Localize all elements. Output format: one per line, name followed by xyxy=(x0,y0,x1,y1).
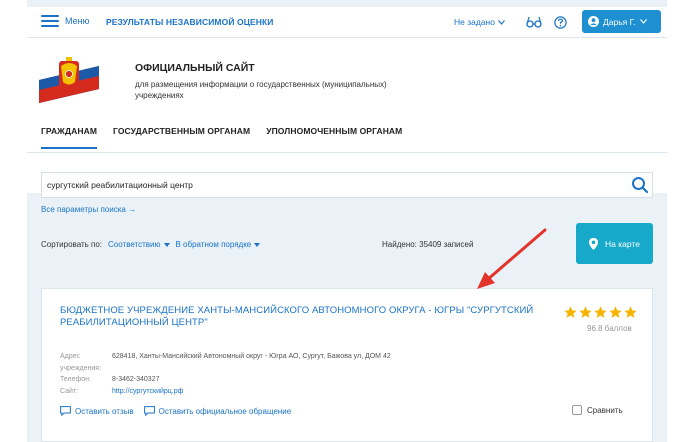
caret-down-icon xyxy=(163,242,170,247)
search-icon[interactable] xyxy=(631,176,649,194)
region-label: Не задано xyxy=(454,17,495,27)
card-actions: Оставить отзыв Оставить официальное обра… xyxy=(60,406,291,416)
checkbox-box[interactable] xyxy=(572,405,582,415)
sort-relevance-dropdown[interactable]: Соответствию xyxy=(108,240,170,249)
site-header: ОФИЦИАЛЬНЫЙ САЙТ для размещения информац… xyxy=(27,38,667,193)
result-details: Адрес учреждения: 628418, Ханты-Мансийск… xyxy=(60,351,391,397)
star-icon xyxy=(564,306,577,318)
compare-label: Сравнить xyxy=(587,405,623,415)
help-icon[interactable] xyxy=(554,16,567,29)
sort-row: Сортировать по: Соответствию В обратном … xyxy=(41,240,261,249)
result-card: БЮДЖЕТНОЕ УЧРЕЖДЕНИЕ ХАНТЫ-МАНСИЙСКОГО А… xyxy=(41,288,653,442)
coat-of-arms-logo[interactable] xyxy=(39,52,99,103)
tab-authorized-bodies[interactable]: УПОЛНОМОЧЕННЫМ ОРГАНАМ xyxy=(266,126,402,149)
top-bar: Меню РЕЗУЛЬТАТЫ НЕЗАВИСИМОЙ ОЦЕНКИ Не за… xyxy=(27,7,667,38)
detail-row-phone: Телефон: 8-3462-340327 xyxy=(60,374,391,386)
menu-button[interactable]: Меню xyxy=(41,15,89,27)
leave-review-label: Оставить отзыв xyxy=(75,406,134,416)
leave-review-link[interactable]: Оставить отзыв xyxy=(60,406,134,416)
nav-divider xyxy=(27,152,667,153)
compare-checkbox[interactable]: Сравнить xyxy=(572,405,623,415)
site-link[interactable]: http://сургутскийрц.рф xyxy=(112,386,183,398)
results-link[interactable]: РЕЗУЛЬТАТЫ НЕЗАВИСИМОЙ ОЦЕНКИ xyxy=(106,17,274,27)
comment-icon xyxy=(143,406,155,416)
results-count: Найдено: 35409 записей xyxy=(382,240,474,249)
site-title: ОФИЦИАЛЬНЫЙ САЙТ xyxy=(135,62,255,74)
star-icon xyxy=(624,306,637,318)
tab-citizens[interactable]: ГРАЖДАНАМ xyxy=(41,126,98,149)
sort-label: Сортировать по: xyxy=(41,240,103,249)
detail-row-site: Сайт: http://сургутскийрц.рф xyxy=(60,386,391,398)
star-icon xyxy=(594,306,607,318)
site-subtitle: для размещения информации о государствен… xyxy=(135,80,387,100)
map-button-label: На карте xyxy=(605,238,640,249)
sort-relevance-label: Соответствию xyxy=(108,240,161,249)
star-icon xyxy=(609,306,622,318)
address-value: 628418, Ханты-Мансийский Автономный окру… xyxy=(112,353,391,360)
main-nav: ГРАЖДАНАМ ГОСУДАРСТВЕННЫМ ОРГАНАМ УПОЛНО… xyxy=(41,126,402,149)
detail-row-address: Адрес учреждения: 628418, Ханты-Мансийск… xyxy=(60,351,391,374)
map-pin-icon xyxy=(589,237,599,250)
caret-down-icon xyxy=(254,242,261,247)
phone-label: Телефон: xyxy=(60,376,91,383)
all-search-params-link[interactable]: Все параметры поиска → xyxy=(41,205,136,214)
comment-icon xyxy=(60,406,71,416)
search-input[interactable] xyxy=(47,180,631,190)
user-menu-button[interactable]: Дарья Г. xyxy=(582,10,661,33)
chevron-down-icon xyxy=(639,19,647,24)
user-name: Дарья Г. xyxy=(603,16,636,27)
glasses-icon[interactable] xyxy=(526,16,542,28)
user-icon xyxy=(588,16,599,27)
tab-state-bodies[interactable]: ГОСУДАРСТВЕННЫМ ОРГАНАМ xyxy=(113,126,250,149)
official-appeal-link[interactable]: Оставить официальное обращение xyxy=(143,406,292,416)
sort-order-dropdown[interactable]: В обратном порядке xyxy=(176,240,261,249)
site-label: Сайт: xyxy=(60,387,79,395)
search-box xyxy=(41,172,653,198)
page: Меню РЕЗУЛЬТАТЫ НЕЗАВИСИМОЙ ОЦЕНКИ Не за… xyxy=(27,0,667,442)
rating-stars xyxy=(564,306,637,319)
star-icon xyxy=(579,306,592,318)
rating-score: 96.8 баллов xyxy=(587,324,632,333)
official-appeal-label: Оставить официальное обращение xyxy=(158,406,292,416)
phone-value: 8-3462-340327 xyxy=(112,376,160,383)
region-selector[interactable]: Не задано xyxy=(454,17,505,27)
menu-label: Меню xyxy=(65,16,90,26)
chevron-down-icon xyxy=(498,19,505,25)
hamburger-icon xyxy=(41,15,59,27)
sort-order-label: В обратном порядке xyxy=(175,240,252,249)
map-button[interactable]: На карте xyxy=(576,223,653,264)
result-title-link[interactable]: БЮДЖЕТНОЕ УЧРЕЖДЕНИЕ ХАНТЫ-МАНСИЙСКОГО А… xyxy=(60,305,540,329)
address-label: Адрес учреждения: xyxy=(60,353,102,372)
